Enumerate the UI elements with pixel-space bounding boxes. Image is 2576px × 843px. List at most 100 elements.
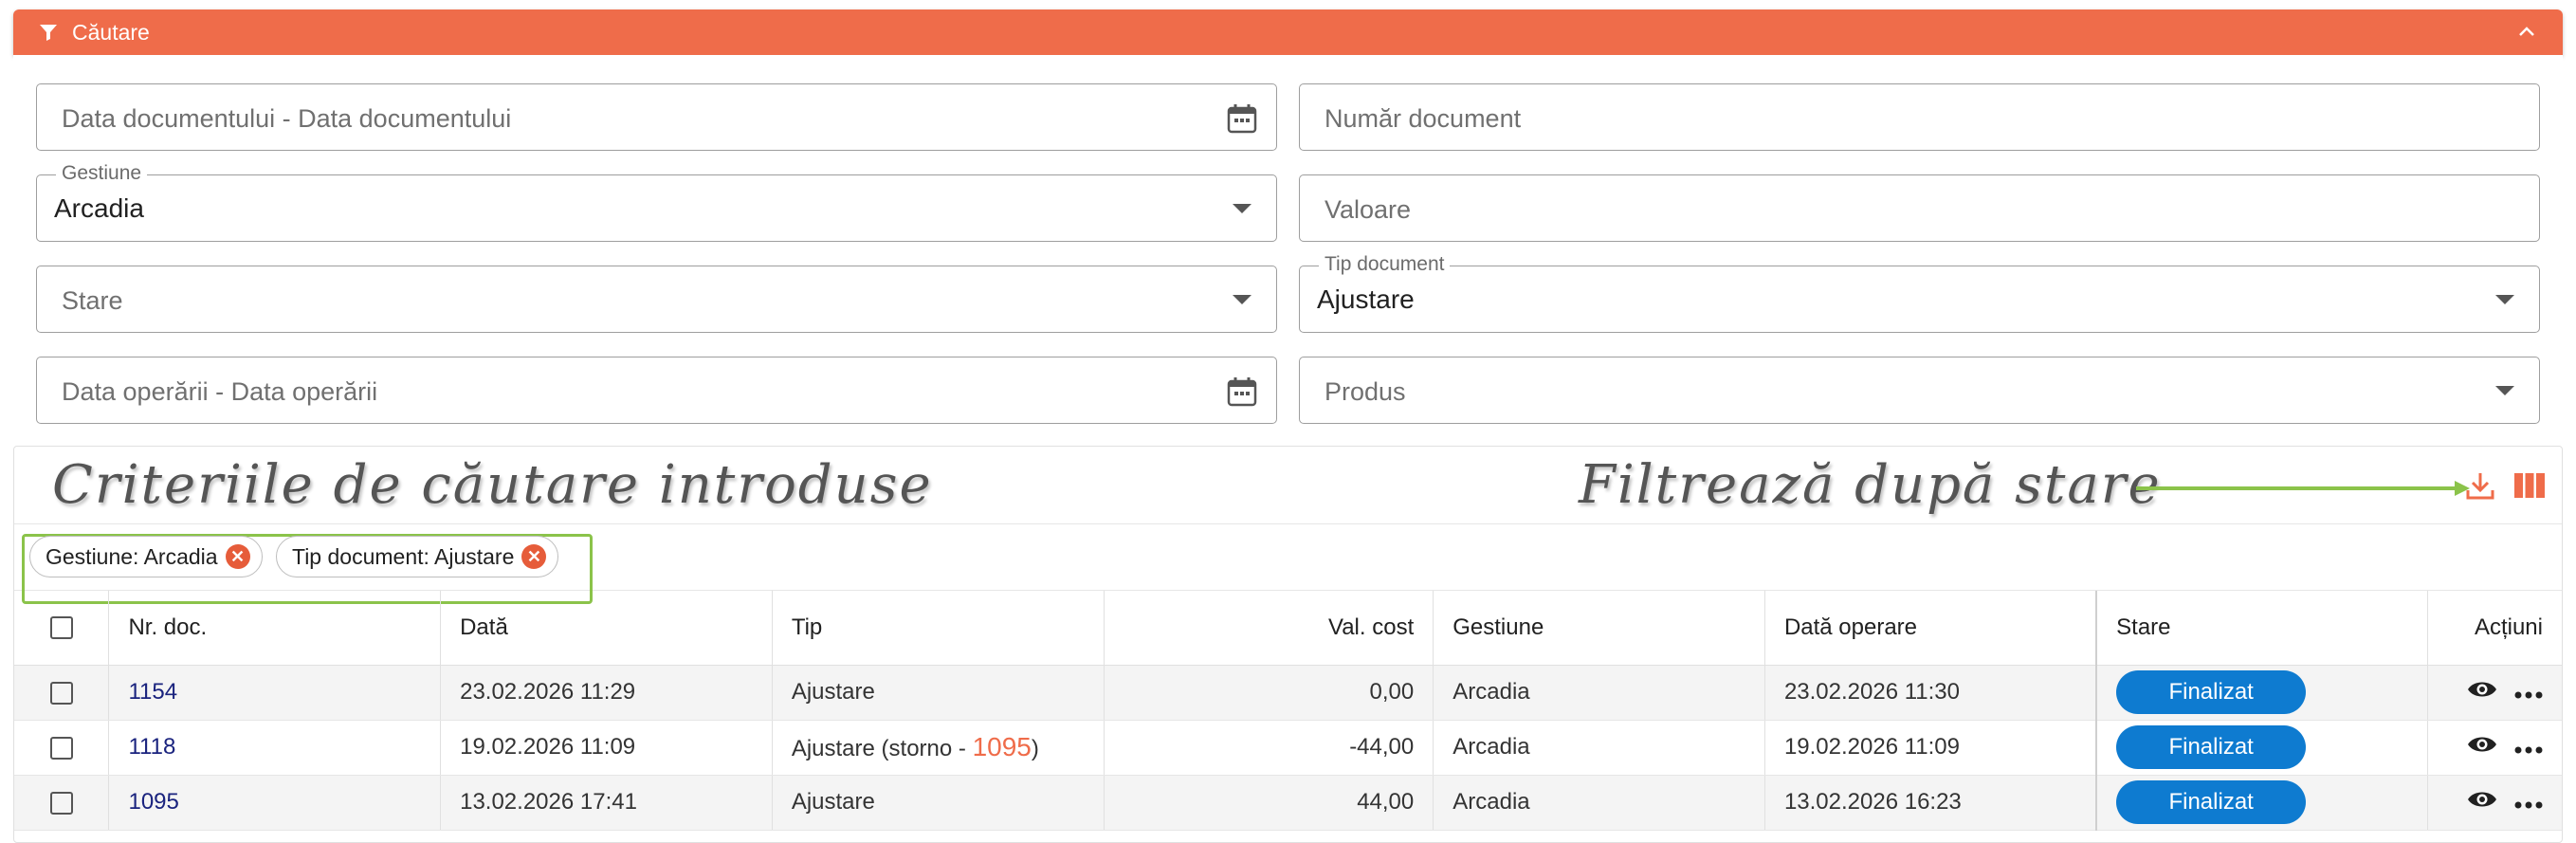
data-operare-cell: 19.02.2026 11:09: [1763, 720, 2097, 776]
row-checkbox[interactable]: [50, 791, 73, 815]
annotation-arrow: [2136, 481, 2470, 496]
tip-text: Ajustare: [791, 679, 875, 705]
nr-doc-cell: 1095: [108, 775, 441, 831]
actions-cell: [2427, 775, 2562, 831]
doc-link[interactable]: 1154: [128, 679, 177, 705]
select-all-cell: [14, 591, 109, 666]
search-panel-header[interactable]: Căutare: [13, 9, 2563, 55]
status-button[interactable]: Finalizat: [2116, 670, 2307, 714]
header-stare[interactable]: Stare: [2095, 591, 2428, 666]
header-val-cost[interactable]: Val. cost: [1103, 591, 1434, 666]
op-date-range-field[interactable]: Data operării - Data operării: [36, 357, 1277, 424]
active-filters-row: Gestiune: Arcadia ✕ Tip document: Ajusta…: [14, 524, 2562, 604]
header-nr-doc[interactable]: Nr. doc.: [108, 591, 441, 666]
filter-chip-tip-document[interactable]: Tip document: Ajustare ✕: [276, 536, 559, 577]
tip-text: Ajustare: [791, 789, 875, 815]
tip-cell: Ajustare (storno - 1095): [771, 720, 1105, 776]
data-cell: 19.02.2026 11:09: [440, 720, 773, 776]
filter-chip-gestiune[interactable]: Gestiune: Arcadia ✕: [29, 536, 263, 577]
tip-text: Ajustare: [791, 736, 875, 761]
eye-icon[interactable]: [2467, 679, 2497, 706]
tip-storno-suffix: ): [1031, 736, 1039, 761]
more-options-icon[interactable]: [2514, 734, 2543, 761]
table-row[interactable]: 1095 13.02.2026 17:41 Ajustare 44,00 Arc…: [14, 775, 2562, 831]
row-checkbox[interactable]: [50, 681, 73, 705]
header-tip[interactable]: Tip: [771, 591, 1105, 666]
more-options-icon[interactable]: [2514, 679, 2543, 706]
more-options-icon[interactable]: [2514, 789, 2543, 816]
search-panel-title: Căutare: [72, 19, 150, 45]
tip-cell: Ajustare: [771, 775, 1105, 831]
data-cell: 23.02.2026 11:29: [440, 665, 773, 721]
doc-date-placeholder: Data documentului - Data documentului: [62, 104, 512, 133]
tip-cell: Ajustare: [771, 665, 1105, 721]
stare-cell: Finalizat: [2095, 665, 2428, 721]
dropdown-arrow-icon[interactable]: [1233, 204, 1251, 213]
gestiune-select[interactable]: Gestiune Arcadia: [36, 162, 1277, 242]
val-cost-cell: 44,00: [1103, 775, 1434, 831]
row-select-cell: [14, 665, 109, 721]
table-row[interactable]: 1118 19.02.2026 11:09 Ajustare (storno -…: [14, 720, 2562, 776]
produs-placeholder: Produs: [1325, 377, 1406, 406]
chevron-up-icon[interactable]: [2515, 21, 2538, 44]
eye-icon[interactable]: [2467, 789, 2497, 816]
actions-cell: [2427, 665, 2562, 721]
documents-table: Nr. doc. Dată Tip Val. cost Gestiune Dat…: [14, 591, 2562, 831]
status-button[interactable]: Finalizat: [2116, 780, 2307, 824]
tip-document-label: Tip document: [1319, 253, 1451, 276]
doc-number-field[interactable]: Număr document: [1299, 83, 2540, 151]
gestiune-value: Arcadia: [54, 193, 144, 223]
data-operare-cell: 13.02.2026 16:23: [1763, 775, 2097, 831]
chip-remove-icon[interactable]: ✕: [225, 544, 250, 569]
filter-icon: [38, 22, 59, 43]
columns-icon[interactable]: [2513, 471, 2546, 500]
table-toolbar: Criteriile de căutare introduse Filtreaz…: [14, 447, 2562, 524]
gestiune-label: Gestiune: [56, 162, 148, 185]
tip-document-value: Ajustare: [1317, 284, 1415, 314]
calendar-icon[interactable]: [1225, 101, 1259, 136]
gestiune-cell: Arcadia: [1433, 775, 1765, 831]
select-all-checkbox[interactable]: [50, 616, 73, 640]
valoare-field[interactable]: Valoare: [1299, 174, 2540, 242]
tip-document-select[interactable]: Tip document Ajustare: [1299, 253, 2540, 333]
header-data[interactable]: Dată: [440, 591, 773, 666]
op-date-placeholder: Data operării - Data operării: [62, 377, 378, 406]
table-row[interactable]: 1154 23.02.2026 11:29 Ajustare 0,00 Arca…: [14, 665, 2562, 721]
eye-icon[interactable]: [2467, 734, 2497, 761]
chip-remove-icon[interactable]: ✕: [521, 544, 547, 569]
annotation-filter: Filtrează după stare: [1579, 454, 2162, 516]
stare-cell: Finalizat: [2095, 720, 2428, 776]
download-icon[interactable]: [2464, 469, 2496, 502]
stare-select[interactable]: Stare: [36, 266, 1277, 333]
val-cost-cell: 0,00: [1103, 665, 1434, 721]
doc-link[interactable]: 1118: [128, 734, 175, 760]
annotation-criteria: Criteriile de căutare introduse: [52, 454, 933, 516]
doc-number-placeholder: Număr document: [1325, 104, 1522, 133]
nr-doc-cell: 1154: [108, 665, 441, 721]
row-select-cell: [14, 775, 109, 831]
chip-label: Tip document: Ajustare: [292, 543, 515, 569]
status-button[interactable]: Finalizat: [2116, 725, 2307, 769]
gestiune-cell: Arcadia: [1433, 720, 1765, 776]
row-select-cell: [14, 720, 109, 776]
dropdown-arrow-icon[interactable]: [2495, 386, 2514, 395]
gestiune-cell: Arcadia: [1433, 665, 1765, 721]
dropdown-arrow-icon[interactable]: [1233, 295, 1251, 304]
dropdown-arrow-icon[interactable]: [2495, 295, 2514, 304]
doc-date-range-field[interactable]: Data documentului - Data documentului: [36, 83, 1277, 151]
documents-table-card: Criteriile de căutare introduse Filtreaz…: [13, 446, 2563, 843]
table-header-row: Nr. doc. Dată Tip Val. cost Gestiune Dat…: [14, 591, 2562, 666]
row-checkbox[interactable]: [50, 736, 73, 760]
doc-link[interactable]: 1095: [128, 789, 178, 815]
produs-select[interactable]: Produs: [1299, 357, 2540, 424]
header-data-operare[interactable]: Dată operare: [1763, 591, 2097, 666]
storno-ref-link[interactable]: 1095: [973, 732, 1032, 761]
tip-storno-prefix: (storno -: [874, 736, 973, 761]
search-form: Data documentului - Data documentului Nu…: [13, 55, 2563, 439]
header-gestiune[interactable]: Gestiune: [1433, 591, 1765, 666]
stare-cell: Finalizat: [2095, 775, 2428, 831]
calendar-icon[interactable]: [1225, 375, 1259, 409]
data-cell: 13.02.2026 17:41: [440, 775, 773, 831]
chip-label: Gestiune: Arcadia: [46, 543, 218, 569]
valoare-placeholder: Valoare: [1325, 195, 1412, 224]
